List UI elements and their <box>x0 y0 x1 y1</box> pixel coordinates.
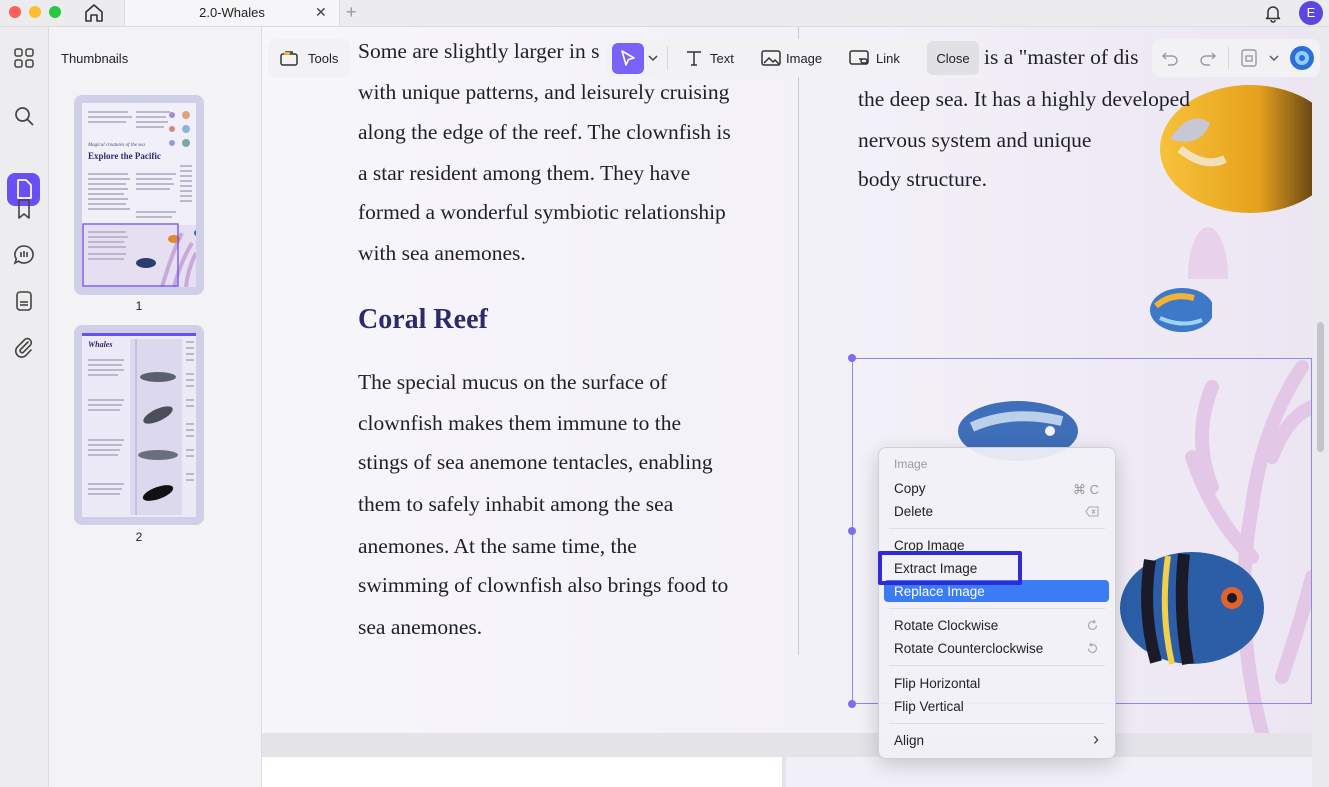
paragraph-line: with sea anemones. <box>358 241 526 265</box>
copy-shortcut: ⌘ C <box>1073 482 1099 497</box>
home-icon[interactable] <box>82 2 106 24</box>
paragraph-line: them to safely inhabit among the sea <box>358 492 674 516</box>
image-context-menu: Image Copy ⌘ C Delete Crop Image Extract… <box>878 447 1116 759</box>
grid-icon[interactable] <box>12 46 36 70</box>
search-icon[interactable] <box>12 104 36 128</box>
minimize-window-button[interactable] <box>29 6 41 18</box>
menu-item-flip-vertical[interactable]: Flip Vertical <box>894 699 964 714</box>
thumbnail-page-2-number: 2 <box>135 530 143 544</box>
comment-icon[interactable] <box>12 243 36 267</box>
menu-separator <box>889 665 1105 666</box>
resize-handle[interactable] <box>848 527 856 535</box>
paragraph-line: anemones. At the same time, the <box>358 534 637 558</box>
toolbar-divider <box>667 46 668 70</box>
vertical-scrollbar[interactable] <box>1317 322 1324 452</box>
rotate-counterclockwise-icon <box>1087 642 1098 654</box>
toolbox-icon <box>280 51 298 66</box>
paragraph-line: sea anemones. <box>358 615 483 639</box>
bookmark-icon[interactable] <box>12 197 36 221</box>
thumbnail-page-1[interactable]: Magical creatures of the sea Explore the… <box>74 95 204 295</box>
menu-item-rotate-clockwise[interactable]: Rotate Clockwise <box>894 618 998 633</box>
left-rail <box>0 27 49 787</box>
menu-item-copy[interactable]: Copy <box>894 481 926 496</box>
thumbnail-page-1-subtitle: Magical creatures of the sea <box>88 143 145 148</box>
rotate-clockwise-icon <box>1087 619 1098 631</box>
menu-item-delete[interactable]: Delete <box>894 504 933 519</box>
tab-title: 2.0-Whales <box>199 5 265 20</box>
close-window-button[interactable] <box>9 6 21 18</box>
menu-separator <box>889 528 1105 529</box>
menu-separator <box>889 723 1105 724</box>
paragraph-line: clownfish makes them immune to the <box>358 411 682 435</box>
thumbnail-page-1-preview: Magical creatures of the sea Explore the… <box>82 103 196 287</box>
paragraph-line: formed a wonderful symbiotic relationshi… <box>358 200 726 224</box>
bell-icon[interactable] <box>1263 3 1283 23</box>
chevron-down-icon[interactable] <box>1269 54 1279 62</box>
title-bar: 2.0-Whales ✕ + E <box>0 0 1329 27</box>
link-tool-button[interactable]: Link <box>848 44 904 72</box>
thumbnail-page-1-title: Explore the Pacific <box>88 151 161 161</box>
paragraph-line: body structure. <box>858 167 987 191</box>
avatar[interactable]: E <box>1299 1 1323 25</box>
tools-button[interactable]: Tools <box>268 39 350 77</box>
undo-icon[interactable] <box>1161 50 1179 66</box>
column-divider <box>798 27 799 655</box>
toolbar-divider <box>1228 47 1229 69</box>
select-tool-button[interactable] <box>612 43 644 74</box>
paragraph-line: The special mucus on the surface of <box>358 370 668 394</box>
ai-assistant-icon[interactable] <box>1290 46 1314 70</box>
paragraph-line: along the edge of the reef. The clownfis… <box>358 120 731 144</box>
cursor-icon <box>621 50 635 66</box>
page-2-right <box>786 757 1312 787</box>
tab-close-icon[interactable]: ✕ <box>315 4 327 21</box>
tools-label: Tools <box>308 51 339 66</box>
paragraph-line: swimming of clownfish also brings food t… <box>358 573 729 597</box>
resize-handle[interactable] <box>848 700 856 708</box>
menu-item-align[interactable]: Align <box>894 733 924 748</box>
history-toolbar <box>1152 39 1320 77</box>
resize-handle[interactable] <box>848 354 856 362</box>
close-edit-button[interactable]: Close <box>927 41 979 75</box>
thumbnail-page-2[interactable]: Whales <box>74 325 204 525</box>
delete-key-icon <box>1085 506 1099 517</box>
thumbnails-title: Thumbnails <box>61 51 129 66</box>
thumbnail-page-2-title: Whales <box>88 340 113 349</box>
text-tool-label: Text <box>710 51 734 66</box>
extract-image-annotation <box>878 551 1022 585</box>
image-tool-button[interactable]: Image <box>760 44 826 72</box>
close-edit-label: Close <box>936 51 970 66</box>
page-2-left <box>262 757 782 787</box>
menu-item-replace-image[interactable]: Replace Image <box>894 584 985 599</box>
thumbnails-panel: Thumbnails Magical creatures of the sea … <box>49 27 262 787</box>
document-tab[interactable]: 2.0-Whales ✕ <box>124 0 340 26</box>
link-icon <box>849 50 869 65</box>
image-icon <box>761 50 781 66</box>
paragraph-line: nervous system and unique <box>858 128 1092 152</box>
image-tool-label: Image <box>786 51 823 66</box>
link-tool-label: Link <box>876 51 900 66</box>
paragraph-line: with unique patterns, and leisurely crui… <box>358 80 730 104</box>
menu-item-flip-horizontal[interactable]: Flip Horizontal <box>894 676 980 691</box>
paragraph-line: stings of sea anemone tentacles, enablin… <box>358 450 713 474</box>
save-icon[interactable] <box>1240 48 1258 68</box>
redo-icon[interactable] <box>1199 50 1217 66</box>
menu-item-rotate-counterclockwise[interactable]: Rotate Counterclockwise <box>894 641 1043 656</box>
thumbnail-page-1-number: 1 <box>135 299 143 313</box>
text-icon <box>687 51 701 66</box>
paragraph-line: a star resident among them. They have <box>358 161 691 185</box>
paragraph-line: the deep sea. It has a highly developed <box>858 87 1190 111</box>
new-tab-icon[interactable]: + <box>346 2 357 23</box>
chevron-right-icon: › <box>1093 729 1099 749</box>
section-heading: Coral Reef <box>358 304 488 335</box>
text-tool-button[interactable]: Text <box>684 44 740 72</box>
zoom-window-button[interactable] <box>49 6 61 18</box>
paragraph-line: is a "master of dis <box>984 45 1139 69</box>
attachment-icon[interactable] <box>12 335 36 359</box>
menu-separator <box>889 608 1105 609</box>
thumbnail-page-2-preview: Whales <box>82 333 196 517</box>
menu-header: Image <box>894 457 928 471</box>
stamp-icon[interactable] <box>12 289 36 313</box>
chevron-down-icon[interactable] <box>648 54 658 62</box>
paragraph-line: Some are slightly larger in s <box>358 39 600 63</box>
